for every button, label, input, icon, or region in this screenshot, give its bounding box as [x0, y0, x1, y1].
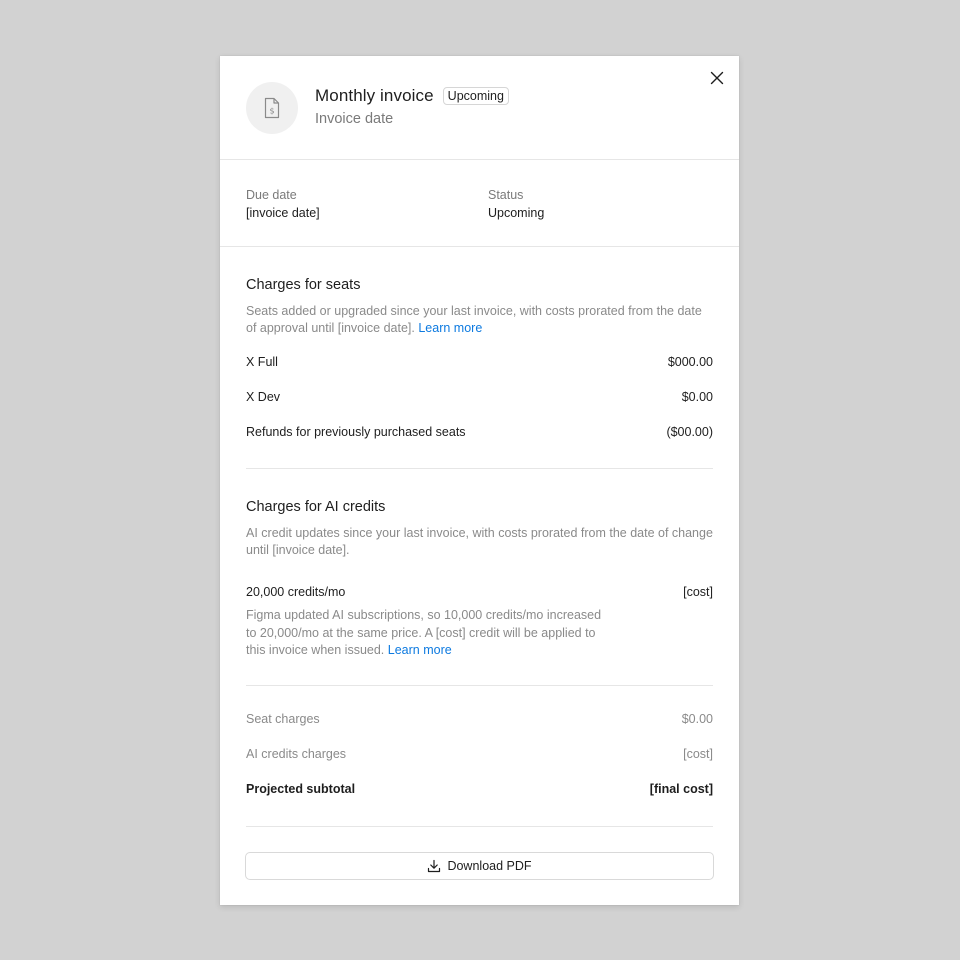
divider: [246, 826, 713, 827]
invoice-date-subtitle: Invoice date: [315, 111, 394, 127]
seat-row-amount: $000.00: [667, 355, 713, 369]
svg-text:$: $: [269, 107, 274, 116]
seat-row-full: X Full $000.00: [246, 355, 713, 369]
title-row: Monthly invoice Upcoming: [315, 86, 509, 106]
ai-credits-title: Charges for AI credits: [246, 499, 386, 515]
download-pdf-label: Download PDF: [447, 859, 532, 873]
summary-ai-label: AI credits charges: [246, 747, 347, 761]
seat-row-amount: $0.00: [681, 390, 713, 404]
summary-subtotal-amount: [final cost]: [649, 782, 713, 796]
download-pdf-button[interactable]: Download PDF: [245, 852, 714, 880]
summary-seat-label: Seat charges: [246, 712, 320, 726]
invoice-dollar-icon: $: [264, 97, 280, 119]
status-group: Status Upcoming: [488, 188, 544, 220]
divider: [246, 468, 713, 469]
invoice-header: $ Monthly invoice Upcoming Invoice date: [220, 56, 739, 160]
seats-title: Charges for seats: [246, 277, 361, 293]
ai-credits-learn-more-link[interactable]: Learn more: [388, 643, 452, 657]
ai-credits-plan-label: 20,000 credits/mo: [246, 585, 346, 599]
seat-row-label: Refunds for previously purchased seats: [246, 425, 466, 439]
status-label: Status: [488, 188, 524, 202]
download-icon: [428, 859, 441, 873]
seat-row-label: X Dev: [246, 390, 281, 404]
due-date-value: [invoice date]: [246, 206, 320, 220]
seat-row-label: X Full: [246, 355, 278, 369]
summary-seat-row: Seat charges $0.00: [246, 712, 713, 726]
seat-row-amount: ($00.00): [666, 425, 713, 439]
summary-subtotal-label: Projected subtotal: [246, 782, 356, 796]
ai-credits-plan-amount: [cost]: [683, 585, 713, 599]
summary-ai-amount: [cost]: [683, 747, 713, 761]
summary-seat-amount: $0.00: [681, 712, 713, 726]
invoice-meta: Due date [invoice date] Status Upcoming: [220, 160, 739, 247]
ai-credits-description: AI credit updates since your last invoic…: [246, 526, 713, 557]
seats-description: Seats added or upgraded since your last …: [246, 303, 713, 337]
divider: [246, 685, 713, 686]
seats-section: Charges for seats Seats added or upgrade…: [246, 277, 713, 337]
seat-row-dev: X Dev $0.00: [246, 390, 713, 404]
ai-credits-plan-row: 20,000 credits/mo [cost]: [246, 585, 713, 599]
ai-credits-note: Figma updated AI subscriptions, so 10,00…: [246, 607, 606, 660]
ai-credits-section: Charges for AI credits AI credit updates…: [246, 499, 713, 559]
due-date-label: Due date: [246, 188, 297, 202]
seat-row-refunds: Refunds for previously purchased seats (…: [246, 425, 713, 439]
seats-learn-more-link[interactable]: Learn more: [418, 321, 482, 335]
status-badge: Upcoming: [442, 87, 509, 105]
due-date-group: Due date [invoice date]: [246, 188, 320, 220]
invoice-modal: $ Monthly invoice Upcoming Invoice date …: [220, 56, 739, 905]
summary-subtotal-row: Projected subtotal [final cost]: [246, 782, 713, 796]
page-title: Monthly invoice: [315, 86, 434, 105]
status-value: Upcoming: [488, 206, 545, 220]
invoice-avatar: $: [246, 82, 298, 134]
summary-ai-row: AI credits charges [cost]: [246, 747, 713, 761]
